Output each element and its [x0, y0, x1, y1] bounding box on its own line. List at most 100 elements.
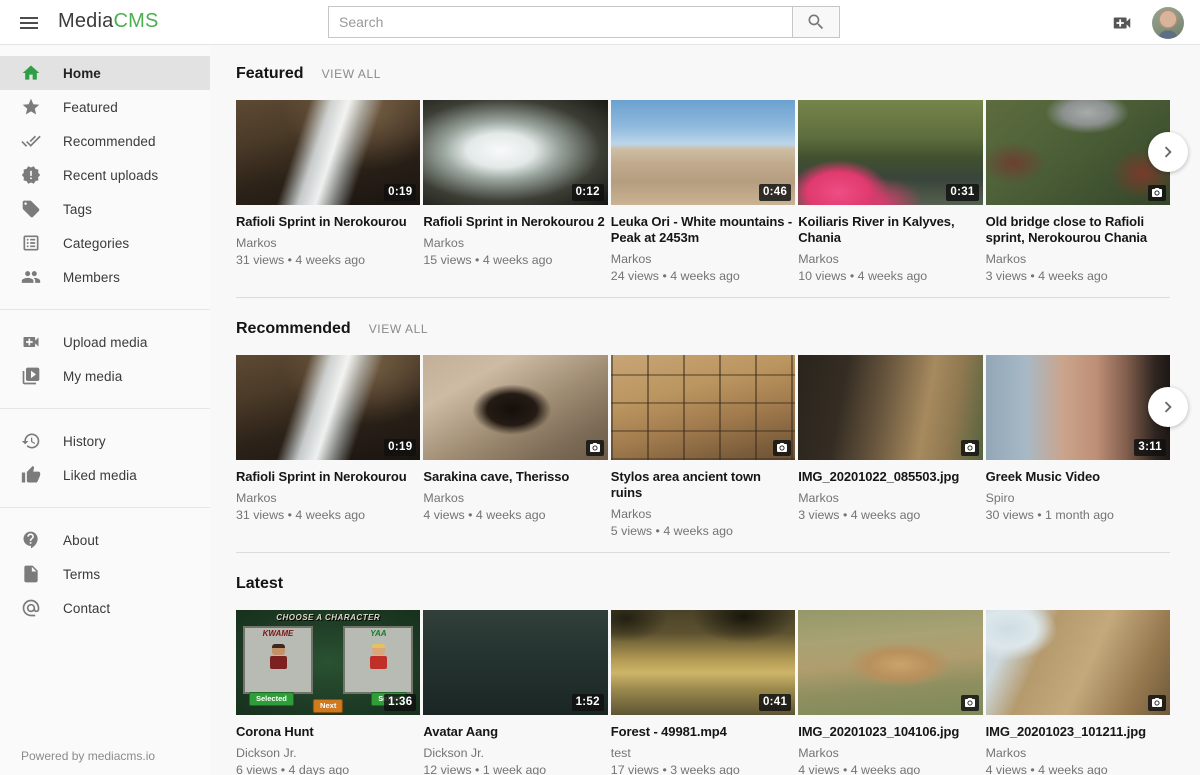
sidebar-nav: Home Featured Recommended Recent uploads…: [0, 45, 210, 625]
view-all-link[interactable]: VIEW ALL: [322, 67, 382, 81]
sidebar-item-upload-media[interactable]: Upload media: [0, 325, 210, 359]
media-title[interactable]: Old bridge close to Rafioli sprint, Nero…: [986, 214, 1170, 246]
media-thumbnail[interactable]: 0:12: [423, 100, 607, 205]
media-card[interactable]: 0:19 Rafioli Sprint in Nerokourou Markos…: [236, 355, 420, 539]
sidebar-item-featured[interactable]: Featured: [0, 90, 210, 124]
media-author[interactable]: Markos: [986, 746, 1170, 761]
media-author[interactable]: Spiro: [986, 491, 1170, 506]
media-card[interactable]: 0:19 Rafioli Sprint in Nerokourou Markos…: [236, 100, 420, 284]
done-all-icon: [21, 131, 41, 151]
media-meta: 4 views • 4 weeks ago: [423, 508, 607, 523]
media-title[interactable]: Rafioli Sprint in Nerokourou: [236, 214, 420, 230]
media-thumbnail[interactable]: 0:41: [611, 610, 795, 715]
media-author[interactable]: Markos: [423, 236, 607, 251]
media-author[interactable]: Markos: [986, 252, 1170, 267]
media-card[interactable]: 0:46 Leuka Ori - White mountains - Peak …: [611, 100, 795, 284]
media-author[interactable]: Markos: [236, 236, 420, 251]
sidebar-item-my-media[interactable]: My media: [0, 359, 210, 393]
media-author[interactable]: Markos: [236, 491, 420, 506]
media-thumbnail[interactable]: 1:52: [423, 610, 607, 715]
sidebar-item-members[interactable]: Members: [0, 260, 210, 294]
sidebar-item-tags[interactable]: Tags: [0, 192, 210, 226]
media-author[interactable]: Markos: [423, 491, 607, 506]
sidebar-item-home[interactable]: Home: [0, 56, 210, 90]
view-all-link[interactable]: VIEW ALL: [369, 322, 429, 336]
media-card[interactable]: 0:12 Rafioli Sprint in Nerokourou 2 Mark…: [423, 100, 607, 284]
next-arrow-button[interactable]: [1148, 387, 1188, 427]
media-thumbnail[interactable]: 0:19: [236, 100, 420, 205]
next-arrow-button[interactable]: [1148, 132, 1188, 172]
sidebar-item-history[interactable]: History: [0, 424, 210, 458]
media-thumbnail[interactable]: [423, 355, 607, 460]
media-title[interactable]: Rafioli Sprint in Nerokourou: [236, 469, 420, 485]
media-author[interactable]: Dickson Jr.: [423, 746, 607, 761]
sidebar-item-liked-media[interactable]: Liked media: [0, 458, 210, 492]
sidebar-item-categories[interactable]: Categories: [0, 226, 210, 260]
sidebar-item-recommended[interactable]: Recommended: [0, 124, 210, 158]
media-title[interactable]: IMG_20201023_104106.jpg: [798, 724, 982, 740]
video-call-icon: [21, 332, 41, 352]
media-card[interactable]: 3:11 Greek Music Video Spiro 30 views • …: [986, 355, 1170, 539]
media-author[interactable]: Markos: [611, 507, 795, 522]
media-card[interactable]: IMG_20201023_104106.jpg Markos 4 views •…: [798, 610, 982, 775]
media-card[interactable]: 1:52 Avatar Aang Dickson Jr. 12 views • …: [423, 610, 607, 775]
media-author[interactable]: Dickson Jr.: [236, 746, 420, 761]
search-input[interactable]: [328, 6, 793, 38]
game-character-box: Yaa: [343, 626, 413, 694]
help-bubble-icon: [21, 530, 41, 550]
video-library-icon: [21, 366, 41, 386]
media-thumbnail[interactable]: 0:46: [611, 100, 795, 205]
media-thumbnail[interactable]: [986, 610, 1170, 715]
sidebar-item-contact[interactable]: Contact: [0, 591, 210, 625]
media-title[interactable]: IMG_20201023_101211.jpg: [986, 724, 1170, 740]
media-title[interactable]: Sarakina cave, Therisso: [423, 469, 607, 485]
media-title[interactable]: Rafioli Sprint in Nerokourou 2: [423, 214, 607, 230]
media-title[interactable]: Greek Music Video: [986, 469, 1170, 485]
sidebar-item-terms[interactable]: Terms: [0, 557, 210, 591]
main-content: Featured VIEW ALL 0:19 Rafioli Sprint in…: [210, 45, 1200, 775]
search-button[interactable]: [793, 6, 840, 38]
media-title[interactable]: Stylos area ancient town ruins: [611, 469, 795, 501]
brand-media: Media: [58, 10, 113, 32]
media-thumbnail[interactable]: CHOOSE A CHARACTERKwameSelectedYaaSelect…: [236, 610, 420, 715]
media-card[interactable]: 0:41 Forest - 49981.mp4 test 17 views • …: [611, 610, 795, 775]
media-title[interactable]: Koiliaris River in Kalyves, Chania: [798, 214, 982, 246]
media-meta: 31 views • 4 weeks ago: [236, 253, 420, 268]
media-title[interactable]: Avatar Aang: [423, 724, 607, 740]
media-author[interactable]: Markos: [611, 252, 795, 267]
media-thumbnail[interactable]: 3:11: [986, 355, 1170, 460]
media-author[interactable]: Markos: [798, 252, 982, 267]
duration-badge: 0:46: [759, 184, 791, 201]
media-author[interactable]: Markos: [798, 491, 982, 506]
media-title[interactable]: Forest - 49981.mp4: [611, 724, 795, 740]
media-card[interactable]: IMG_20201022_085503.jpg Markos 3 views •…: [798, 355, 982, 539]
media-thumbnail[interactable]: 0:19: [236, 355, 420, 460]
media-card[interactable]: 0:31 Koiliaris River in Kalyves, Chania …: [798, 100, 982, 284]
media-author[interactable]: Markos: [798, 746, 982, 761]
media-thumbnail[interactable]: [986, 100, 1170, 205]
media-card[interactable]: Sarakina cave, Therisso Markos 4 views •…: [423, 355, 607, 539]
sidebar-item-about[interactable]: About: [0, 523, 210, 557]
sidebar-item-label: Members: [63, 270, 120, 285]
media-thumbnail[interactable]: [798, 355, 982, 460]
media-thumbnail[interactable]: 0:31: [798, 100, 982, 205]
upload-media-icon[interactable]: [1110, 12, 1136, 34]
user-avatar[interactable]: [1152, 7, 1184, 39]
media-card[interactable]: Old bridge close to Rafioli sprint, Nero…: [986, 100, 1170, 284]
sidebar-item-label: History: [63, 434, 106, 449]
sidebar-item-recent-uploads[interactable]: Recent uploads: [0, 158, 210, 192]
media-card[interactable]: CHOOSE A CHARACTERKwameSelectedYaaSelect…: [236, 610, 420, 775]
media-author[interactable]: test: [611, 746, 795, 761]
media-thumbnail[interactable]: [611, 355, 795, 460]
media-card[interactable]: Stylos area ancient town ruins Markos 5 …: [611, 355, 795, 539]
media-title[interactable]: Corona Hunt: [236, 724, 420, 740]
menu-icon[interactable]: [17, 11, 43, 35]
media-title[interactable]: IMG_20201022_085503.jpg: [798, 469, 982, 485]
media-card[interactable]: IMG_20201023_101211.jpg Markos 4 views •…: [986, 610, 1170, 775]
media-thumbnail[interactable]: [798, 610, 982, 715]
search-bar: [328, 6, 840, 38]
media-title[interactable]: Leuka Ori - White mountains - Peak at 24…: [611, 214, 795, 246]
brand-logo[interactable]: MediaCMS: [58, 10, 159, 33]
powered-by-text[interactable]: Powered by mediacms.io: [21, 749, 155, 763]
document-icon: [21, 564, 41, 584]
